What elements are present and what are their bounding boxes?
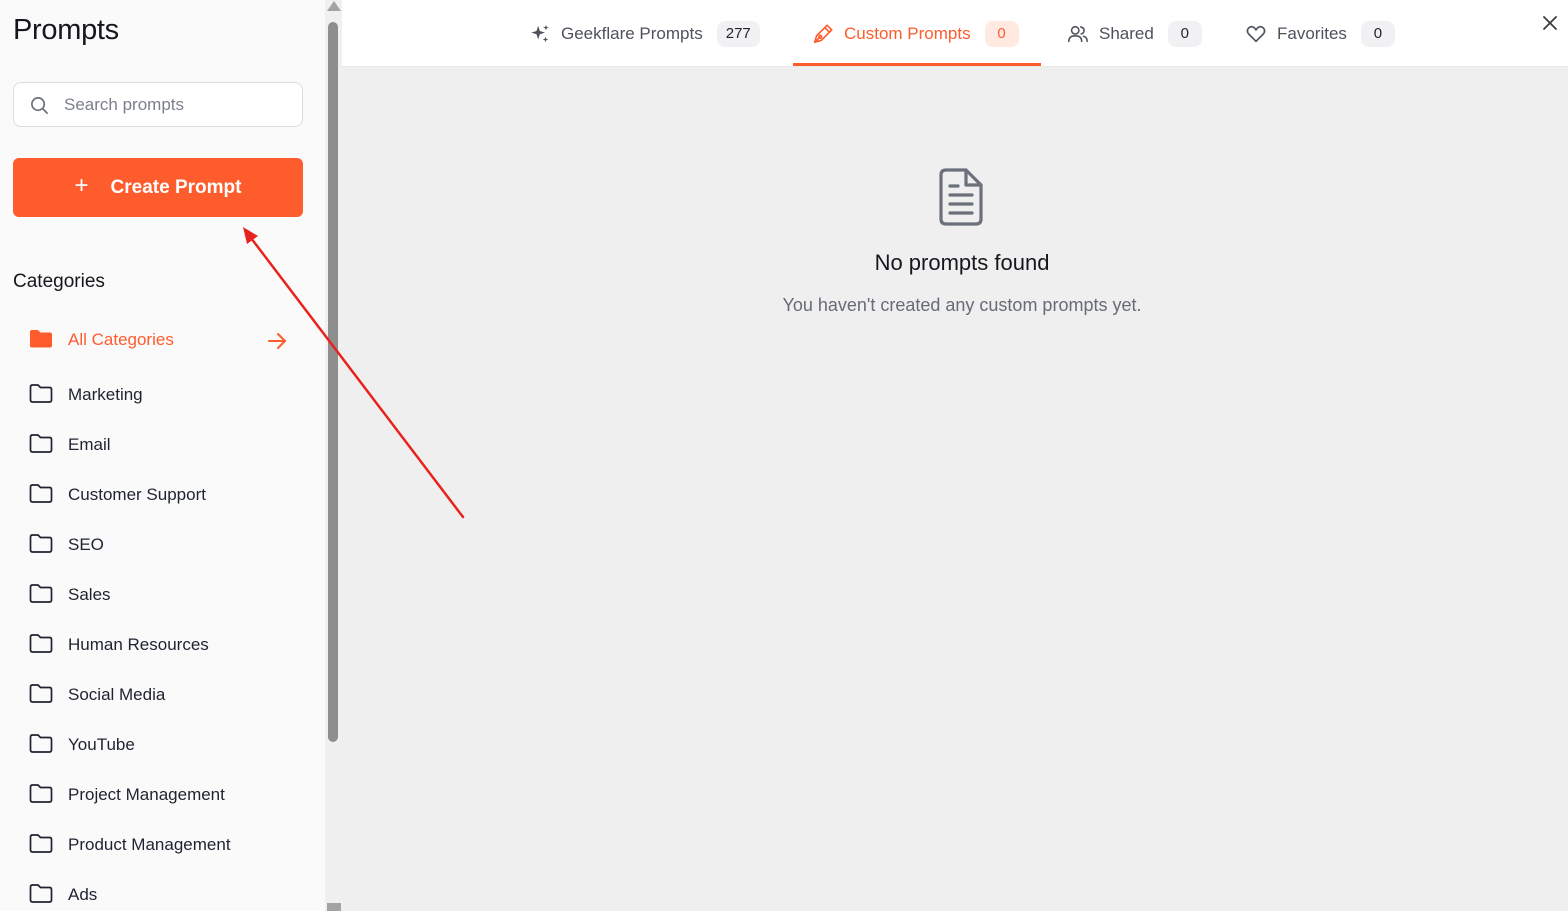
search-input[interactable] (64, 83, 294, 126)
tab-label: Shared (1099, 23, 1154, 43)
category-label: SEO (68, 535, 104, 554)
count-badge: 277 (716, 20, 760, 47)
folder-icon (29, 784, 53, 803)
create-prompt-label: Create Prompt (110, 176, 242, 198)
category-label: Sales (68, 585, 111, 604)
folder-icon (29, 434, 53, 453)
tab-label: Geekflare Prompts (561, 23, 703, 43)
category-item-all-categories[interactable]: All Categories (0, 316, 325, 371)
tab-bar: Geekflare Prompts 277 Custom Prompts 0 S… (342, 0, 1568, 67)
search-icon (31, 97, 48, 114)
category-label: All Categories (68, 330, 174, 349)
category-label: Ads (68, 885, 98, 904)
document-icon (939, 168, 983, 226)
page-title: Prompts (13, 14, 119, 46)
arrow-right-icon (268, 333, 286, 349)
heart-icon (1246, 25, 1266, 42)
sidebar-scrollbar[interactable] (325, 0, 342, 911)
tab-shared[interactable]: Shared 0 (1067, 0, 1202, 67)
count-badge: 0 (1360, 20, 1395, 47)
tab-label: Custom Prompts (844, 23, 971, 43)
scroll-thumb[interactable] (328, 22, 338, 742)
empty-state-message: You haven't created any custom prompts y… (782, 295, 1142, 315)
category-item-marketing[interactable]: Marketing (0, 371, 325, 421)
users-icon (1068, 25, 1088, 42)
folder-icon (29, 734, 53, 753)
category-item-project-management[interactable]: Project Management (0, 771, 325, 821)
category-item-seo[interactable]: SEO (0, 521, 325, 571)
category-label: YouTube (68, 735, 135, 754)
category-item-email[interactable]: Email (0, 421, 325, 471)
folder-icon (29, 484, 53, 503)
tab-geekflare-prompts[interactable]: Geekflare Prompts 277 (529, 0, 760, 67)
scroll-up-arrow[interactable] (327, 1, 341, 11)
folder-icon (29, 684, 53, 703)
category-item-sales[interactable]: Sales (0, 571, 325, 621)
search-box[interactable] (13, 82, 303, 127)
category-label: Project Management (68, 785, 225, 804)
category-label: Email (68, 435, 111, 454)
category-label: Social Media (68, 685, 166, 704)
tab-label: Favorites (1277, 23, 1347, 43)
pen-nib-icon (813, 23, 833, 43)
count-badge: 0 (1167, 20, 1202, 47)
main-panel: Geekflare Prompts 277 Custom Prompts 0 S… (342, 0, 1568, 911)
category-item-product-management[interactable]: Product Management (0, 821, 325, 871)
category-item-youtube[interactable]: YouTube (0, 721, 325, 771)
category-label: Human Resources (68, 635, 209, 654)
tab-custom-prompts[interactable]: Custom Prompts 0 (812, 0, 1019, 67)
category-item-social-media[interactable]: Social Media (0, 671, 325, 721)
categories-heading: Categories (13, 271, 105, 292)
category-item-human-resources[interactable]: Human Resources (0, 621, 325, 671)
folder-icon (29, 584, 53, 603)
category-list: All Categories Marketing Email Customer … (0, 316, 325, 911)
count-badge: 0 (984, 20, 1019, 47)
category-item-ads[interactable]: Ads (0, 871, 325, 911)
active-tab-indicator (793, 63, 1041, 66)
folder-filled-icon (30, 330, 52, 348)
folder-icon (29, 534, 53, 553)
tab-favorites[interactable]: Favorites 0 (1245, 0, 1395, 67)
category-item-customer-support[interactable]: Customer Support (0, 471, 325, 521)
plus-icon: + (74, 172, 89, 199)
category-label: Customer Support (68, 485, 206, 504)
folder-icon (29, 384, 53, 403)
scroll-down-arrow[interactable] (327, 903, 341, 911)
folder-icon (29, 884, 53, 903)
sidebar: Prompts + Create Prompt Categories All C… (0, 0, 325, 911)
empty-state-title: No prompts found (874, 250, 1050, 275)
folder-icon (29, 834, 53, 853)
category-label: Product Management (68, 835, 231, 854)
create-prompt-button[interactable]: + Create Prompt (13, 158, 303, 217)
folder-icon (29, 634, 53, 653)
close-icon[interactable] (1539, 12, 1561, 34)
sparkles-icon (531, 24, 549, 42)
category-label: Marketing (68, 385, 143, 404)
